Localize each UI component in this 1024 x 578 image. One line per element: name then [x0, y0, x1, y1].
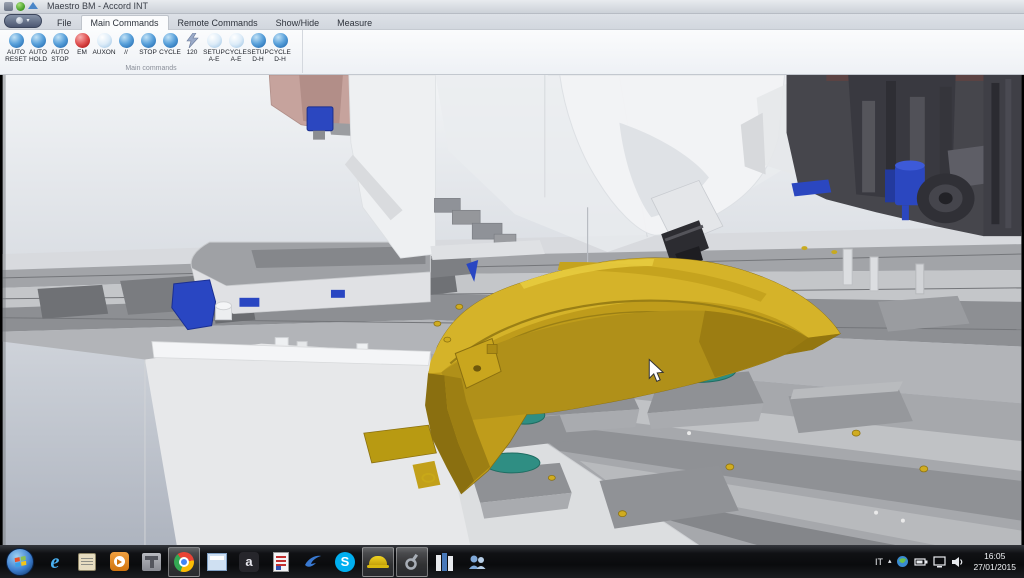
- network-globe-icon[interactable]: [896, 555, 909, 568]
- tab-file[interactable]: File: [48, 16, 81, 29]
- hard-hat-icon: [367, 554, 389, 570]
- taskbar-icon-notepad[interactable]: [72, 548, 102, 576]
- system-tray: IT ▴ 16:05 27/01/2015: [875, 551, 1022, 573]
- chevron-down-icon: ▾: [26, 18, 29, 24]
- taskbar-icon-text-document[interactable]: [266, 548, 296, 576]
- cycle-dh-button[interactable]: CYCLED-H: [269, 33, 291, 63]
- skype-icon: S: [335, 552, 355, 572]
- round-button-icon: [53, 33, 68, 48]
- setup-dh-button[interactable]: SETUPD-H: [247, 33, 269, 63]
- taskbar-icon-internet-explorer[interactable]: e: [40, 548, 70, 576]
- taskbar-icon-cnc-app[interactable]: [136, 548, 166, 576]
- start-button[interactable]: [6, 548, 34, 576]
- taskbar-icon-cad-viewer[interactable]: [298, 548, 328, 576]
- home-icon[interactable]: [28, 2, 38, 9]
- auto-hold-button[interactable]: AUTOHOLD: [27, 33, 49, 63]
- run-status-icon[interactable]: [16, 2, 25, 11]
- cycle-ae-button[interactable]: CYCLEA-E: [225, 33, 247, 63]
- taskbar-icon-contacts[interactable]: [462, 548, 492, 576]
- window-icon: [207, 553, 227, 571]
- media-player-icon: [110, 552, 129, 571]
- blue-clamp-small: [239, 298, 259, 307]
- date: 27/01/2015: [973, 562, 1016, 573]
- a-app-icon: a: [239, 552, 259, 572]
- document-icon: [273, 552, 289, 572]
- setup-ae-button[interactable]: SETUPA-E: [203, 33, 225, 63]
- taskbar-icon-chrome[interactable]: [168, 547, 200, 577]
- time: 16:05: [973, 551, 1016, 562]
- library-icon: [436, 553, 454, 571]
- cnc-machine-icon: [142, 553, 161, 571]
- auto-stop-button[interactable]: AUTOSTOP: [49, 33, 71, 63]
- round-button-icon: [229, 33, 244, 48]
- display-network-icon[interactable]: [933, 556, 946, 568]
- cycle-button[interactable]: CYCLE: [159, 33, 181, 63]
- ribbon: AUTORESET AUTOHOLD AUTOSTOP EM AUXON: [0, 29, 1024, 75]
- main-commands-group: AUTORESET AUTOHOLD AUTOSTOP EM AUXON: [0, 30, 303, 73]
- notepad-icon: [78, 553, 96, 571]
- tab-measure[interactable]: Measure: [328, 16, 381, 29]
- round-button-icon: [9, 33, 24, 48]
- taskbar: e a S IT ▴ 16:05 27/01/2015: [0, 545, 1024, 578]
- round-button-icon: [273, 33, 288, 48]
- chrome-icon: [174, 552, 194, 572]
- windows-flag-icon: [14, 556, 26, 567]
- ribbon-tab-bar: ▾ File Main Commands Remote Commands Sho…: [0, 14, 1024, 29]
- volume-icon[interactable]: [951, 556, 964, 568]
- application-menu-button[interactable]: ▾: [4, 14, 42, 28]
- window-edge: [3, 75, 6, 545]
- blue-clamp-small: [331, 290, 345, 298]
- round-button-icon: [75, 33, 90, 48]
- group-label: Main commands: [0, 65, 302, 72]
- clock[interactable]: 16:05 27/01/2015: [973, 551, 1016, 573]
- app-emblem-icon: [16, 17, 23, 24]
- round-button-icon: [163, 33, 178, 48]
- window-title: Maestro BM - Accord INT: [47, 1, 148, 11]
- round-button-icon: [119, 33, 134, 48]
- viewport-3d[interactable]: [0, 75, 1024, 545]
- lightning-icon: [185, 33, 200, 48]
- em-button[interactable]: EM: [71, 33, 93, 63]
- round-button-icon: [31, 33, 46, 48]
- ie-icon: e: [51, 552, 60, 572]
- round-button-icon: [141, 33, 156, 48]
- application-window: Maestro BM - Accord INT ▾ File Main Comm…: [0, 0, 1024, 578]
- language-indicator[interactable]: IT: [875, 557, 883, 567]
- title-bar: Maestro BM - Accord INT: [0, 0, 1024, 14]
- people-icon: [466, 551, 488, 573]
- voltage-120-button[interactable]: 120: [181, 33, 203, 63]
- taskbar-icon-media-library[interactable]: [430, 548, 460, 576]
- battery-icon[interactable]: [914, 556, 928, 568]
- tab-remote-commands[interactable]: Remote Commands: [169, 16, 267, 29]
- auxon-button[interactable]: AUXON: [93, 33, 115, 63]
- taskbar-icon-a-app[interactable]: a: [234, 548, 264, 576]
- taskbar-icon-maestro-sim[interactable]: [362, 547, 394, 577]
- taskbar-icon-skype[interactable]: S: [330, 548, 360, 576]
- taskbar-icon-media-player[interactable]: [104, 548, 134, 576]
- round-button-icon: [251, 33, 266, 48]
- feed-override-button[interactable]: //: [115, 33, 137, 63]
- show-hidden-icons-button[interactable]: ▴: [888, 558, 892, 565]
- round-button-icon: [97, 33, 112, 48]
- auto-reset-button[interactable]: AUTORESET: [5, 33, 27, 63]
- wrench-icon: [401, 551, 423, 573]
- tab-main-commands[interactable]: Main Commands: [81, 15, 169, 30]
- tab-show-hide[interactable]: Show/Hide: [267, 16, 329, 29]
- round-button-icon: [207, 33, 222, 48]
- stop-button[interactable]: STOP: [137, 33, 159, 63]
- app-menu-icon[interactable]: [4, 2, 13, 11]
- taskbar-icon-document-window[interactable]: [202, 548, 232, 576]
- blue-block: [307, 107, 333, 131]
- taskbar-icon-tool-app[interactable]: [396, 547, 428, 577]
- blue-swoosh-icon: [302, 551, 324, 573]
